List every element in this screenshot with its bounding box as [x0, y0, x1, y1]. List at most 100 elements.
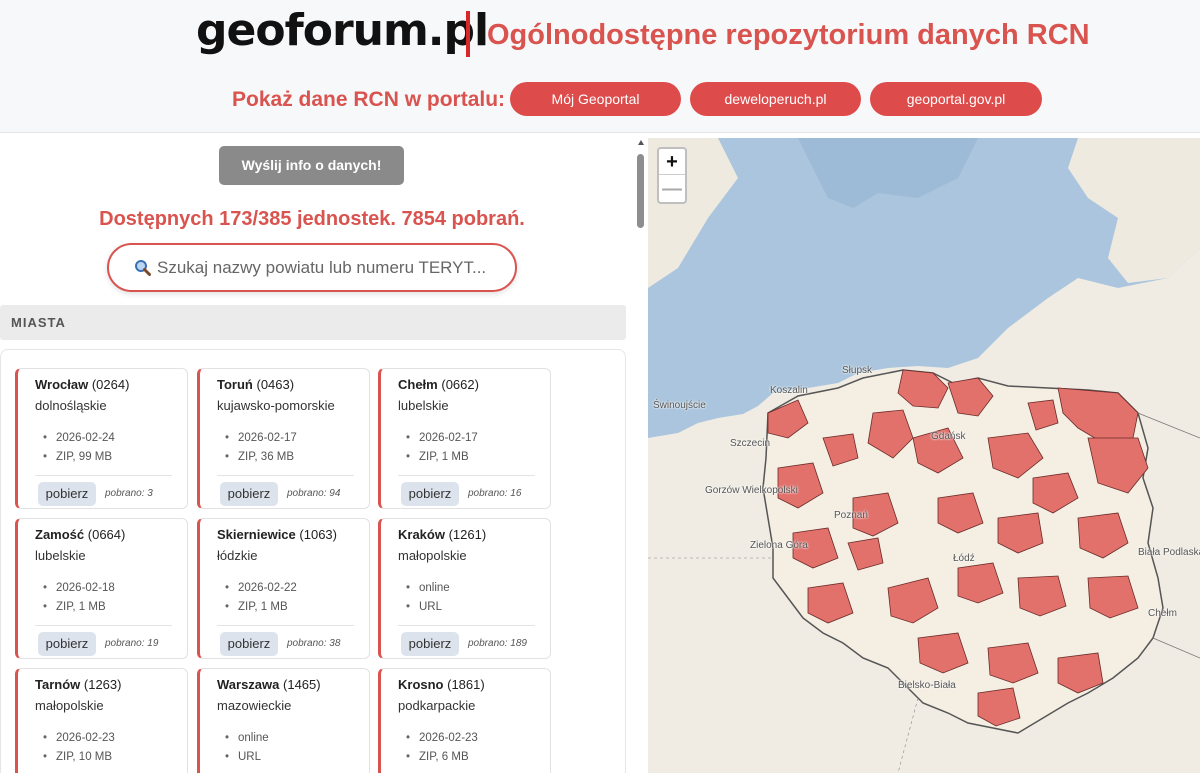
data-date: 2026-02-17: [419, 429, 478, 448]
scrollbar[interactable]: [636, 134, 646, 773]
map-label: Szczecin: [730, 438, 771, 449]
map-view[interactable]: + — Słupsk Koszalin Świnoujście Szczecin…: [648, 138, 1200, 773]
download-button[interactable]: pobierz: [401, 632, 459, 656]
region-name: lubelskie: [35, 548, 86, 563]
map-label: Gdańsk: [931, 431, 966, 442]
map-canvas[interactable]: [648, 138, 1200, 773]
city-card: Wrocław (0264) dolnośląskie 2026-02-24ZI…: [15, 368, 188, 509]
zoom-in-button[interactable]: +: [659, 149, 685, 175]
section-header-miasta[interactable]: MIASTA: [0, 305, 626, 340]
download-count: pobrano: 94: [287, 488, 341, 499]
teryt-code: (0664): [87, 527, 126, 542]
card-divider: [398, 625, 535, 626]
data-date: 2026-02-18: [56, 579, 115, 598]
card-divider: [398, 475, 535, 476]
data-format: ZIP, 99 MB: [56, 448, 115, 467]
left-panel: Wyślij info o danych! Dostępnych 173/385…: [0, 134, 648, 773]
city-name: Zamość: [35, 527, 85, 542]
download-count: pobrano: 38: [287, 638, 341, 649]
teryt-code: (0662): [441, 377, 479, 392]
card-details: 2026-02-17ZIP, 1 MB: [419, 429, 478, 467]
logo-text: geoforum.pl: [196, 5, 489, 56]
city-card: Krosno (1861) podkarpackie 2026-02-23ZIP…: [378, 668, 551, 773]
map-label: Biała Podlaska: [1138, 547, 1200, 558]
city-card: Kraków (1261) małopolskie onlineURL pobi…: [378, 518, 551, 659]
portal-button-geoportal-gov[interactable]: geoportal.gov.pl: [870, 82, 1042, 116]
card-title: Chełm (0662): [398, 377, 479, 393]
download-button[interactable]: pobierz: [220, 632, 278, 656]
download-button[interactable]: pobierz: [38, 632, 96, 656]
city-card: Toruń (0463) kujawsko-pomorskie 2026-02-…: [197, 368, 370, 509]
teryt-code: (1861): [447, 677, 485, 692]
download-button[interactable]: pobierz: [220, 482, 278, 506]
region-name: dolnośląskie: [35, 398, 107, 413]
map-label: Bielsko-Biała: [898, 680, 956, 691]
card-details: 2026-02-18ZIP, 1 MB: [56, 579, 115, 617]
portal-button-deweloperuch[interactable]: deweloperuch.pl: [690, 82, 861, 116]
city-name: Skierniewice: [217, 527, 296, 542]
data-date: 2026-02-24: [56, 429, 115, 448]
region-name: mazowieckie: [217, 698, 292, 713]
card-divider: [35, 625, 172, 626]
logo-divider: [466, 11, 470, 57]
teryt-code: (1465): [283, 677, 321, 692]
card-divider: [217, 625, 354, 626]
city-name: Chełm: [398, 377, 438, 392]
city-name: Kraków: [398, 527, 445, 542]
data-format: URL: [419, 598, 450, 617]
card-title: Zamość (0664): [35, 527, 125, 543]
region-name: lubelskie: [398, 398, 449, 413]
region-name: podkarpackie: [398, 698, 476, 713]
card-title: Kraków (1261): [398, 527, 486, 543]
card-title: Tarnów (1263): [35, 677, 121, 693]
scroll-up-arrow-icon[interactable]: [638, 140, 644, 145]
portal-label: Pokaż dane RCN w portalu:: [232, 88, 506, 111]
city-card: Zamość (0664) lubelskie 2026-02-18ZIP, 1…: [15, 518, 188, 659]
download-count: pobrano: 19: [105, 638, 159, 649]
data-date: online: [238, 729, 269, 748]
card-divider: [217, 475, 354, 476]
teryt-code: (1263): [83, 677, 122, 692]
search-box[interactable]: [107, 243, 517, 292]
teryt-code: (1261): [448, 527, 487, 542]
card-title: Krosno (1861): [398, 677, 485, 693]
data-format: ZIP, 1 MB: [419, 448, 478, 467]
city-name: Wrocław: [35, 377, 89, 392]
zoom-control: + —: [657, 147, 687, 204]
download-button[interactable]: pobierz: [401, 482, 459, 506]
region-name: małopolskie: [398, 548, 467, 563]
region-name: kujawsko-pomorskie: [217, 398, 335, 413]
city-card: Skierniewice (1063) łódzkie 2026-02-22ZI…: [197, 518, 370, 659]
data-date: 2026-02-23: [419, 729, 478, 748]
zoom-out-button[interactable]: —: [659, 176, 685, 202]
map-label: Zielona Góra: [750, 540, 808, 551]
teryt-code: (1063): [299, 527, 337, 542]
card-details: onlineURL: [238, 729, 269, 767]
card-title: Toruń (0463): [217, 377, 294, 393]
map-label: Chełm: [1148, 608, 1177, 619]
send-info-button[interactable]: Wyślij info o danych!: [219, 146, 404, 185]
search-input[interactable]: [157, 255, 497, 281]
city-name: Warszawa: [217, 677, 280, 692]
download-count: pobrano: 16: [468, 488, 522, 499]
data-date: 2026-02-23: [56, 729, 115, 748]
card-details: 2026-02-23ZIP, 10 MB: [56, 729, 115, 767]
teryt-code: (0463): [256, 377, 295, 392]
data-format: ZIP, 1 MB: [56, 598, 115, 617]
download-button[interactable]: pobierz: [38, 482, 96, 506]
data-format: URL: [238, 748, 269, 767]
data-format: ZIP, 36 MB: [238, 448, 297, 467]
data-date: 2026-02-22: [238, 579, 297, 598]
map-label: Poznań: [834, 510, 868, 521]
data-date: 2026-02-17: [238, 429, 297, 448]
card-details: 2026-02-17ZIP, 36 MB: [238, 429, 297, 467]
data-format: ZIP, 6 MB: [419, 748, 478, 767]
magnifier-icon: [135, 260, 151, 276]
region-name: łódzkie: [217, 548, 258, 563]
card-details: onlineURL: [419, 579, 450, 617]
site-logo[interactable]: geoforum.pl: [196, 5, 489, 57]
card-divider: [35, 475, 172, 476]
scrollbar-thumb[interactable]: [637, 154, 644, 228]
city-card: Chełm (0662) lubelskie 2026-02-17ZIP, 1 …: [378, 368, 551, 509]
portal-button-moj-geoportal[interactable]: Mój Geoportal: [510, 82, 681, 116]
